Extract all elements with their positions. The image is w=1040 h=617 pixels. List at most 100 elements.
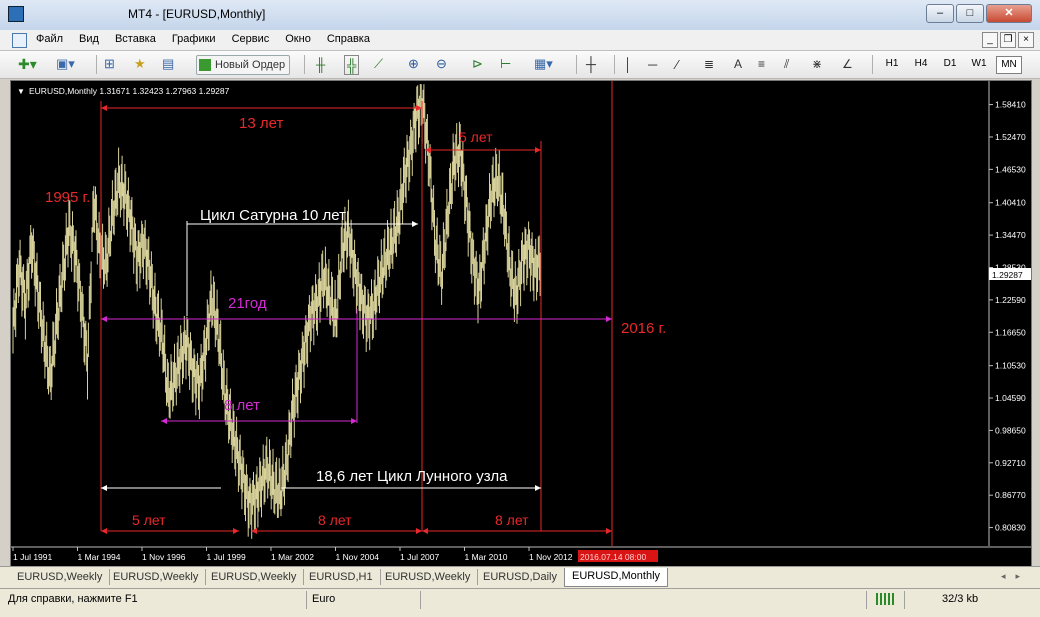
mdi-restore-icon[interactable]: ❐: [1000, 32, 1016, 48]
connection-bars-icon: [876, 593, 896, 605]
menu-item-4[interactable]: Сервис: [232, 33, 270, 45]
menu-item-0[interactable]: Файл: [36, 33, 63, 45]
annotation-label: 8 лет: [224, 397, 260, 414]
chart-tab-6[interactable]: EURUSD,Monthly: [564, 568, 669, 587]
price-label: 1.40410: [995, 198, 1026, 208]
chart-header: EURUSD,Monthly 1.31671 1.32423 1.27963 1…: [29, 86, 230, 96]
tab-scroll-icon[interactable]: ◂▸: [1001, 571, 1030, 582]
price-label: 1.58410: [995, 100, 1026, 110]
timeframe-d1[interactable]: D1: [938, 56, 962, 72]
date-label: 1 Jul 1999: [207, 552, 246, 562]
date-label: 1 Jul 1991: [13, 552, 52, 562]
app-icon: [8, 6, 24, 22]
price-chart[interactable]: ▼ EURUSD,Monthly 1.31671 1.32423 1.27963…: [11, 81, 1031, 566]
mdi-close-icon[interactable]: ×: [1018, 32, 1034, 48]
date-label: 1 Mar 2002: [271, 552, 314, 562]
time-axis: 1 Jul 1991 1 Mar 1994 1 Nov 1996 1 Jul 1999…: [12, 547, 658, 562]
price-label: 0.98650: [995, 425, 1026, 435]
gann-grid-icon[interactable]: ∠: [842, 55, 853, 73]
text-icon[interactable]: A: [734, 55, 742, 73]
chart-tab-4[interactable]: EURUSD,Weekly: [378, 569, 479, 585]
annotation-label: 13 лет: [239, 115, 283, 132]
navigator-icon[interactable]: ★: [134, 55, 146, 73]
status-profile: Euro: [312, 593, 336, 605]
annotation-label: 21год: [228, 295, 267, 312]
annotation-labels: 13 лет 5 лет 1995 г. Цикл Сатурна 10 лет 21г…: [45, 115, 666, 528]
menu-item-3[interactable]: Графики: [172, 33, 216, 45]
cursor-date-label: 2016.07.14 08:00: [580, 552, 646, 562]
price-label: 1.16650: [995, 327, 1026, 337]
annotation-label: Цикл Сатурна 10 лет: [200, 207, 346, 224]
price-label: 1.10530: [995, 361, 1026, 371]
line-chart-icon[interactable]: ⟋: [374, 55, 383, 73]
candlestick-icon[interactable]: ╬: [344, 55, 360, 75]
price-label: 1.04590: [995, 393, 1026, 403]
crosshair-icon[interactable]: ┼: [586, 55, 596, 73]
price-axis: 1.584101.524701.465301.404101.344701.285…: [989, 100, 1026, 533]
timeframe-h4[interactable]: H4: [909, 56, 933, 72]
new-order-button[interactable]: Новый Ордер: [196, 55, 291, 75]
bar-chart-icon[interactable]: ╫: [316, 55, 325, 73]
chart-menu-arrow-icon[interactable]: ▼: [17, 87, 25, 96]
menu-item-1[interactable]: Вид: [79, 33, 99, 45]
chart-window-icon[interactable]: [12, 33, 27, 48]
price-label: 1.46530: [995, 164, 1026, 174]
status-bar: Для справки, нажмите F1 Euro 32/3 kb: [0, 588, 1040, 617]
chart-tab-3[interactable]: EURUSD,H1: [302, 569, 381, 585]
status-traffic: 32/3 kb: [942, 593, 979, 605]
toolbar: ✚▾ ▣▾ ⊞ ★ ▤ Новый Ордер ╫ ╬ ⟋ ⊕ ⊖ ⊳ ⊢ ▦▾…: [0, 51, 1040, 79]
maximize-icon[interactable]: □: [956, 4, 984, 23]
horizontal-line-icon[interactable]: ─: [648, 55, 657, 73]
date-label: 1 Nov 2004: [336, 552, 380, 562]
price-label: 0.80830: [995, 523, 1026, 533]
new-order-icon: [199, 59, 211, 71]
trendline-icon[interactable]: ⁄: [676, 55, 678, 73]
annotation-label: 8 лет: [318, 512, 352, 528]
window-controls: – □ ✕: [926, 4, 1032, 23]
terminal-icon[interactable]: ▤: [162, 55, 174, 73]
timeframe-w1[interactable]: W1: [967, 56, 991, 72]
price-label: 1.34470: [995, 230, 1026, 240]
date-label: 1 Mar 2010: [465, 552, 508, 562]
annotation-label: 1995 г.: [45, 189, 90, 206]
auto-scroll-icon[interactable]: ⊳: [472, 55, 483, 73]
annotation-label: 5 лет: [132, 512, 166, 528]
chart-tab-2[interactable]: EURUSD,Weekly: [204, 569, 305, 585]
timeframe-mn[interactable]: MN: [996, 56, 1022, 74]
fibonacci-icon[interactable]: ≡: [758, 55, 765, 73]
menu-item-6[interactable]: Справка: [327, 33, 370, 45]
market-watch-icon[interactable]: ⊞: [104, 55, 115, 73]
zoom-out-icon[interactable]: ⊖: [436, 55, 447, 73]
annotation-label: 18,6 лет Цикл Лунного узла: [316, 468, 508, 485]
profiles-icon[interactable]: ▣▾: [56, 55, 75, 73]
mdi-controls: _ ❐ ×: [982, 32, 1034, 48]
new-chart-icon[interactable]: ✚▾: [18, 55, 37, 73]
current-price-label: 1.29287: [992, 270, 1023, 280]
price-label: 0.86770: [995, 490, 1026, 500]
status-help: Для справки, нажмите F1: [8, 593, 138, 605]
date-label: 1 Nov 2012: [529, 552, 573, 562]
date-label: 1 Nov 1996: [142, 552, 186, 562]
menu-bar: Файл Вид Вставка Графики Сервис Окно Справка _…: [0, 30, 1040, 51]
close-icon[interactable]: ✕: [986, 4, 1032, 23]
menu-item-5[interactable]: Окно: [285, 33, 311, 45]
vertical-line-icon[interactable]: │: [624, 55, 632, 73]
price-label: 0.92710: [995, 458, 1026, 468]
fib-fan-icon[interactable]: ⫽: [784, 55, 789, 73]
channel-icon[interactable]: ≣: [704, 55, 714, 73]
chart-window[interactable]: ▼ EURUSD,Monthly 1.31671 1.32423 1.27963…: [10, 80, 1032, 567]
annotation-label: 2016 г.: [621, 320, 666, 337]
chart-tab-1[interactable]: EURUSD,Weekly: [106, 569, 207, 585]
date-label: 1 Mar 1994: [78, 552, 121, 562]
timeframe-h1[interactable]: H1: [880, 56, 904, 72]
chart-tab-0[interactable]: EURUSD,Weekly: [10, 569, 111, 585]
chart-shift-icon[interactable]: ⊢: [500, 55, 511, 73]
chart-tab-5[interactable]: EURUSD,Daily: [476, 569, 565, 585]
date-label: 1 Jul 2007: [400, 552, 439, 562]
indicators-icon[interactable]: ▦▾: [534, 55, 553, 73]
mdi-minimize-icon[interactable]: _: [982, 32, 998, 48]
menu-item-2[interactable]: Вставка: [115, 33, 156, 45]
zoom-in-icon[interactable]: ⊕: [408, 55, 419, 73]
minimize-icon[interactable]: –: [926, 4, 954, 23]
gann-fan-icon[interactable]: ⋇: [812, 55, 822, 73]
